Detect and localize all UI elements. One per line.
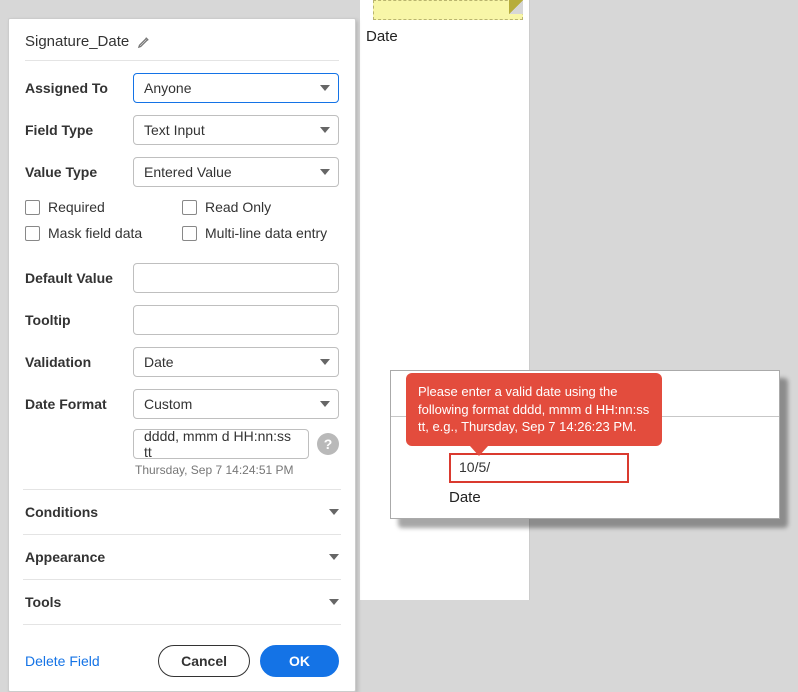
panel-title: Signature_Date — [25, 33, 129, 50]
checkbox-icon — [182, 200, 197, 215]
date-entry-value: 10/5/ — [459, 459, 490, 475]
field-type-select[interactable]: Text Input — [133, 115, 339, 145]
chevron-down-icon — [320, 127, 330, 133]
chevron-down-icon — [320, 169, 330, 175]
default-value-input[interactable] — [133, 263, 339, 293]
checkbox-icon — [25, 226, 40, 241]
field-properties-panel: Signature_Date Assigned To Anyone Field … — [8, 18, 356, 692]
value-type-value: Entered Value — [144, 164, 232, 180]
validation-value: Date — [144, 354, 174, 370]
value-type-label: Value Type — [25, 164, 133, 180]
ok-button[interactable]: OK — [260, 645, 339, 677]
assigned-to-select[interactable]: Anyone — [133, 73, 339, 103]
tooltip-label: Tooltip — [25, 312, 133, 328]
validation-error-text: Please enter a valid date using the foll… — [418, 384, 649, 434]
date-format-value: Custom — [144, 396, 192, 412]
date-entry-caption: Date — [449, 489, 779, 506]
date-format-select[interactable]: Custom — [133, 389, 339, 419]
assigned-to-label: Assigned To — [25, 80, 133, 96]
read-only-checkbox[interactable]: Read Only — [182, 199, 339, 215]
format-preview: Thursday, Sep 7 14:24:51 PM — [135, 463, 339, 477]
section-tools[interactable]: Tools — [25, 584, 339, 620]
help-icon[interactable]: ? — [317, 433, 339, 455]
format-string-text: dddd, mmm d HH:nn:ss tt — [144, 428, 298, 460]
required-label: Required — [48, 199, 105, 215]
required-checkbox[interactable]: Required — [25, 199, 182, 215]
section-appearance-label: Appearance — [25, 549, 105, 565]
date-format-label: Date Format — [25, 396, 133, 412]
value-type-select[interactable]: Entered Value — [133, 157, 339, 187]
chevron-down-icon — [329, 554, 339, 560]
field-type-label: Field Type — [25, 122, 133, 138]
chevron-down-icon — [329, 509, 339, 515]
section-conditions[interactable]: Conditions — [25, 494, 339, 530]
multiline-label: Multi-line data entry — [205, 225, 327, 241]
default-value-label: Default Value — [25, 270, 133, 286]
chevron-down-icon — [320, 359, 330, 365]
validation-label: Validation — [25, 354, 133, 370]
checkbox-icon — [25, 200, 40, 215]
validation-error-tooltip: Please enter a valid date using the foll… — [406, 373, 662, 446]
chevron-down-icon — [329, 599, 339, 605]
mask-label: Mask field data — [48, 225, 142, 241]
cancel-button[interactable]: Cancel — [158, 645, 250, 677]
section-tools-label: Tools — [25, 594, 61, 610]
date-entry-input[interactable]: 10/5/ — [449, 453, 629, 483]
tooltip-input[interactable] — [133, 305, 339, 335]
validation-select[interactable]: Date — [133, 347, 339, 377]
chevron-down-icon — [320, 85, 330, 91]
edit-name-icon[interactable] — [137, 34, 152, 49]
mask-checkbox[interactable]: Mask field data — [25, 225, 182, 241]
multiline-checkbox[interactable]: Multi-line data entry — [182, 225, 339, 241]
format-string-input[interactable]: dddd, mmm d HH:nn:ss tt — [133, 429, 309, 459]
chevron-down-icon — [320, 401, 330, 407]
field-placeholder-label: Date — [366, 28, 398, 45]
field-placeholder-sticky[interactable] — [373, 0, 523, 20]
checkbox-icon — [182, 226, 197, 241]
field-type-value: Text Input — [144, 122, 205, 138]
section-appearance[interactable]: Appearance — [25, 539, 339, 575]
read-only-label: Read Only — [205, 199, 271, 215]
assigned-to-value: Anyone — [144, 80, 191, 96]
delete-field-link[interactable]: Delete Field — [25, 653, 100, 669]
section-conditions-label: Conditions — [25, 504, 98, 520]
